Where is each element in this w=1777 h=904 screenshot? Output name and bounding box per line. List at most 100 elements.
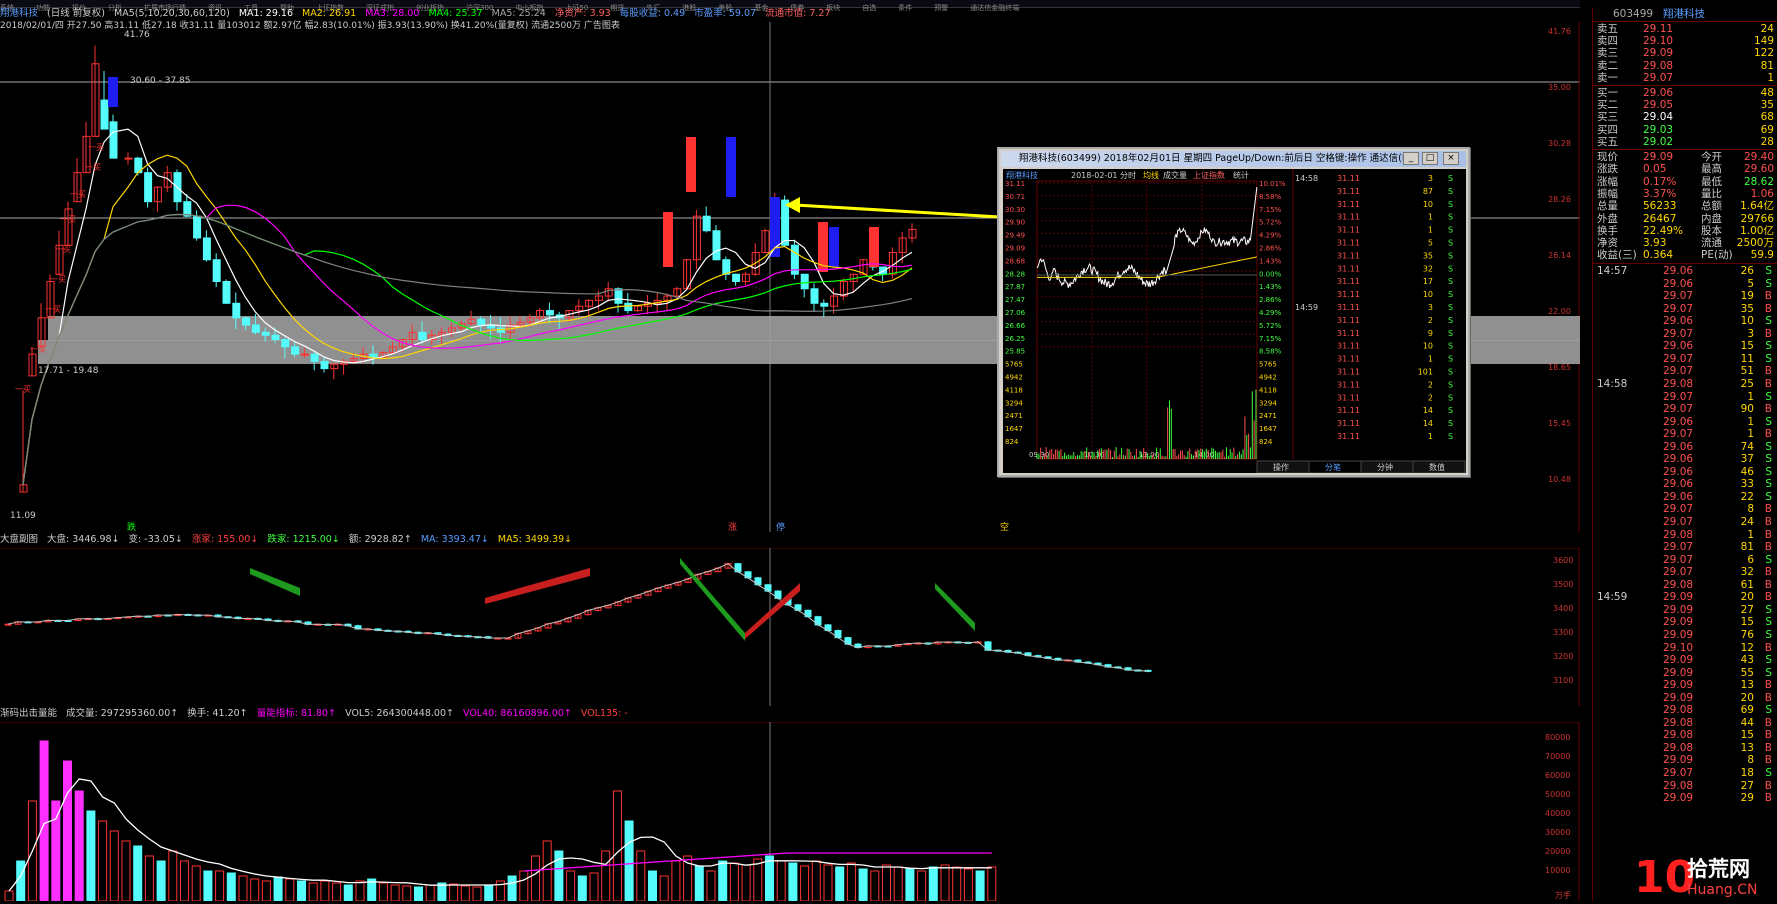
tick-row: 29.09 76 S: [1593, 629, 1777, 642]
tick-volume: 81: [1740, 541, 1754, 554]
volume-bar: [285, 878, 295, 902]
volume-bar: [74, 790, 84, 902]
popup-tick-vol: 3: [1428, 303, 1433, 312]
popup-yleft: 29.09: [1005, 245, 1025, 253]
stat-label: 振幅: [1597, 187, 1618, 200]
stat-label-2: 股本: [1701, 224, 1722, 237]
tick-volume: 24: [1740, 516, 1754, 528]
sub1-svg[interactable]: 3600 3500 3400 3300 3200 3100: [0, 547, 1580, 706]
popup-tick-side: S: [1448, 406, 1453, 415]
tick-side: B: [1764, 729, 1772, 742]
candle-body: [310, 353, 319, 362]
tick-side: B: [1764, 566, 1772, 579]
popup-tab-label: 操作: [1273, 462, 1289, 472]
tick-side: S: [1765, 478, 1772, 491]
tick-side: S: [1765, 315, 1772, 328]
main-header-2: 2018/02/01/四 开27.50 高31.11 低27.18 收31.11…: [0, 21, 620, 31]
tick-price: 29.07: [1663, 365, 1694, 378]
popup-tick-vol: 1: [1428, 355, 1433, 364]
volume-bar: [63, 760, 72, 902]
popup-yleft: 30.30: [1005, 206, 1025, 214]
popup-tick-price: 31.11: [1337, 187, 1360, 196]
stat-value: 29.09: [1643, 151, 1674, 163]
volume-bar: [882, 864, 891, 902]
volume-bar: [273, 876, 283, 902]
popup-intraday-svg[interactable]: 翔港科技 2018-02-01 分时 均线 成交量 上证指数 统计31.1130.7130.…: [1003, 169, 1466, 474]
close-button[interactable]: ×: [1443, 152, 1459, 165]
volume-bar: [905, 868, 915, 902]
tick-volume: 61: [1740, 578, 1754, 591]
tick-row: 29.09 43 S: [1593, 654, 1777, 667]
buy-marker: 一买: [50, 275, 66, 284]
volume-bar: [133, 845, 143, 902]
popup-tick-side: S: [1448, 355, 1453, 364]
volume-bar: [823, 864, 833, 902]
tick-row: 29.08 15 B: [1593, 729, 1777, 742]
sub2-volume: 成交量: 297295360.00↑: [66, 708, 179, 719]
bid-label: 买五: [1597, 135, 1618, 148]
marker-zhang: 涨: [728, 522, 737, 532]
tick-side: S: [1765, 628, 1772, 641]
menu-item[interactable]: 通达信金融终端: [970, 4, 1019, 12]
tick-price: 29.09: [1663, 591, 1694, 604]
sub2-vol135: VOL135: -: [580, 708, 628, 719]
tick-row: 29.06 15 S: [1593, 340, 1777, 353]
bid-label: 买一: [1597, 87, 1618, 99]
volume-bar: [16, 860, 26, 902]
volume-bar: [952, 866, 962, 902]
popup-tick-price: 31.11: [1337, 342, 1360, 351]
popup-tick-price: 31.11: [1337, 316, 1360, 325]
candle-body: [232, 302, 241, 319]
minimize-button[interactable]: _: [1403, 152, 1419, 165]
popup-tick-side: S: [1448, 264, 1453, 273]
popup-yright: 7.15%: [1259, 335, 1282, 343]
bid-volume: 69: [1760, 123, 1774, 136]
sub2-svg[interactable]: 80000 70000 60000 50000 40000 30000 20000 10000…: [0, 721, 1580, 902]
tick-volume: 13: [1740, 679, 1754, 692]
tick-side: S: [1765, 767, 1772, 779]
volume-bar: [144, 855, 154, 902]
stat-label: 收益(三): [1597, 249, 1637, 262]
tick-side: B: [1764, 679, 1772, 692]
popup-tick-side: S: [1448, 239, 1453, 248]
tick-volume: 76: [1740, 628, 1754, 641]
menu-item[interactable]: 条件: [898, 4, 912, 12]
ask-row: 卖五 29.11 24: [1593, 23, 1777, 36]
tick-side: S: [1765, 616, 1772, 629]
sub2-unit-label: 万手: [1555, 890, 1571, 900]
highlight-candle: [869, 227, 879, 267]
volume-bar: [800, 865, 810, 902]
popup-tick-vol: 2: [1428, 380, 1433, 389]
volume-bar: [332, 882, 342, 902]
volume-sub-chart[interactable]: 80000 70000 60000 50000 40000 30000 20000 10000…: [0, 721, 1580, 902]
bid-price: 29.03: [1643, 123, 1674, 136]
ask-volume: 81: [1760, 59, 1774, 72]
popup-yright: 824: [1259, 438, 1273, 446]
tick-volume: 6: [1747, 553, 1754, 566]
popup-yleft: 4942: [1005, 374, 1023, 382]
price-low1-label: 17.71 - 19.48: [38, 366, 99, 376]
tick-price: 29.07: [1663, 302, 1694, 315]
sub1-axis-label: 3400: [1553, 604, 1573, 613]
popup-titlebar[interactable]: 翔港科技(603499) 2018年02月01日 星期四 PageUp/Down…: [1001, 151, 1466, 167]
menu-item[interactable]: 预警: [934, 4, 948, 12]
candle-body: [109, 121, 118, 159]
popup-yright: 4118: [1259, 386, 1277, 394]
menu-item[interactable]: 自选: [862, 4, 876, 12]
popup-yright: 10.01%: [1259, 180, 1286, 188]
candle-body: [820, 302, 829, 307]
popup-tick-price: 31.11: [1337, 174, 1360, 183]
tick-side: S: [1765, 490, 1772, 503]
tick-price: 29.07: [1663, 503, 1694, 516]
intraday-popup-window[interactable]: 翔港科技(603499) 2018年02月01日 星期四 PageUp/Down…: [997, 147, 1470, 477]
maximize-button[interactable]: □: [1422, 152, 1438, 165]
tick-side: B: [1764, 691, 1772, 704]
tick-row: 29.07 51 B: [1593, 365, 1777, 378]
tick-volume: 8: [1747, 503, 1754, 516]
popup-tick-side: S: [1448, 380, 1453, 389]
stock-name: 翔港科技: [0, 8, 39, 19]
index-sub-chart[interactable]: 3600 3500 3400 3300 3200 3100: [0, 547, 1580, 706]
popup-yleft: 824: [1005, 438, 1019, 446]
main-axis-label: 22.00: [1548, 307, 1571, 316]
tick-volume: 15: [1740, 340, 1754, 353]
